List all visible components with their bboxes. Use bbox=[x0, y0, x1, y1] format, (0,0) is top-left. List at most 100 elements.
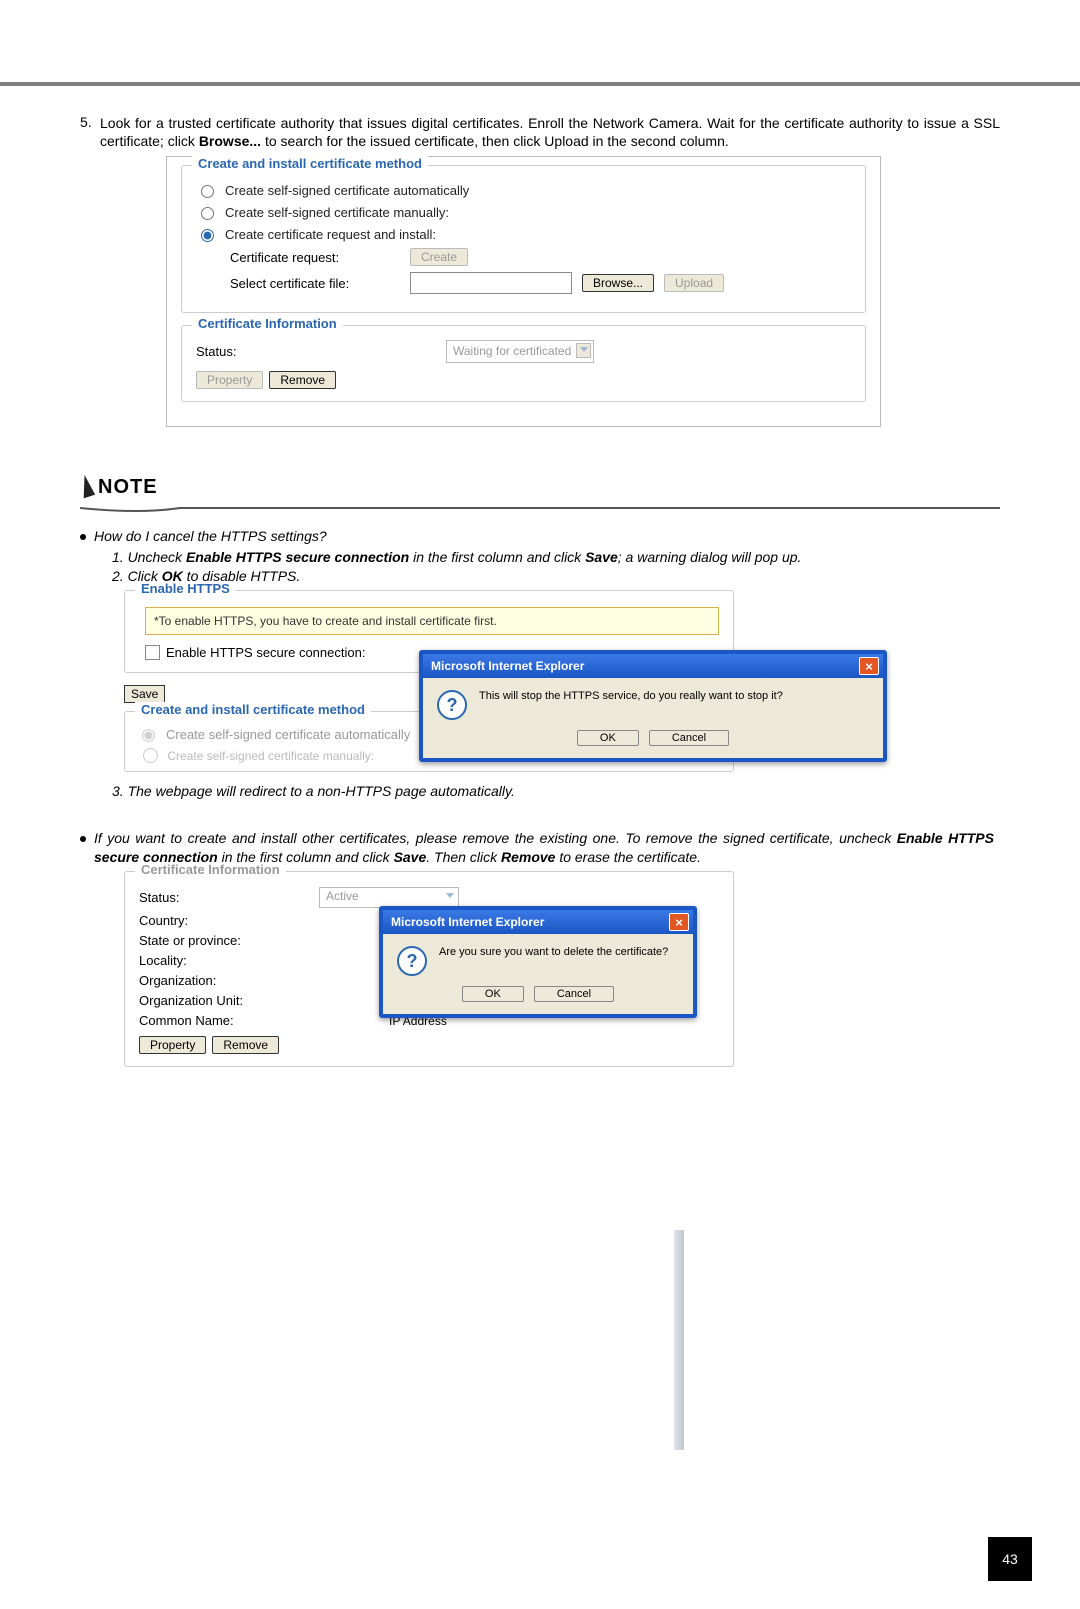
page-number: 43 bbox=[988, 1537, 1032, 1581]
q1-step2: 2. Click OK to disable HTTPS. bbox=[112, 567, 994, 586]
file-path-input[interactable] bbox=[410, 272, 572, 294]
status-label2: Status: bbox=[139, 890, 319, 905]
dialog-titlebar[interactable]: Microsoft Internet Explorer × bbox=[423, 654, 883, 678]
radio-auto2-input bbox=[142, 729, 155, 742]
country-label: Country: bbox=[139, 913, 319, 928]
cancel-button[interactable]: Cancel bbox=[649, 730, 729, 746]
enable-https-figure: Enable HTTPS *To enable HTTPS, you have … bbox=[124, 590, 884, 772]
radio-request-input[interactable] bbox=[201, 229, 214, 242]
radio-auto2-label: Create self-signed certificate automatic… bbox=[166, 727, 410, 742]
radio-manual[interactable]: Create self-signed certificate manually: bbox=[196, 204, 851, 220]
close-icon[interactable]: × bbox=[669, 913, 689, 931]
status-row2: Status: Active bbox=[139, 887, 719, 908]
upload-button[interactable]: Upload bbox=[664, 274, 724, 292]
orgunit-label: Organization Unit: bbox=[139, 993, 319, 1008]
radio-request-label: Create certificate request and install: bbox=[225, 227, 436, 242]
q1-text: How do I cancel the HTTPS settings? bbox=[94, 527, 327, 546]
dialog2-titlebar[interactable]: Microsoft Internet Explorer × bbox=[383, 910, 693, 934]
chevron-down-icon bbox=[580, 347, 588, 352]
status-select[interactable]: Waiting for certificated bbox=[446, 340, 594, 363]
browse-button[interactable]: Browse... bbox=[582, 274, 654, 292]
create-method-legend: Create and install certificate method bbox=[192, 156, 428, 171]
radio-request[interactable]: Create certificate request and install: bbox=[196, 226, 851, 242]
status-value: Waiting for certificated bbox=[453, 344, 571, 358]
remove-button[interactable]: Remove bbox=[269, 371, 336, 389]
cert-request-label: Certificate request: bbox=[230, 250, 400, 265]
q1s1-b1: Enable HTTPS secure connection bbox=[186, 549, 409, 565]
radio-cut-label: Create self-signed certificate manually: bbox=[167, 749, 374, 763]
remove-button2[interactable]: Remove bbox=[212, 1036, 279, 1054]
note-underline bbox=[80, 501, 1000, 517]
note-header: NOTE bbox=[80, 475, 1000, 499]
dialog2-title: Microsoft Internet Explorer bbox=[391, 915, 544, 929]
status-select2[interactable]: Active bbox=[319, 887, 459, 908]
q2-b3: Remove bbox=[501, 849, 555, 865]
create-method-legend2: Create and install certificate method bbox=[135, 702, 371, 717]
confirm-stop-dialog: Microsoft Internet Explorer × ? This wil… bbox=[419, 650, 887, 762]
cert-info-legend2: Certificate Information bbox=[135, 862, 286, 877]
cert-btn-row2: Property Remove bbox=[139, 1036, 719, 1054]
q1s1-mid: in the first column and click bbox=[409, 549, 585, 565]
bullet-icon bbox=[80, 836, 86, 842]
chevron-down-icon bbox=[446, 893, 454, 898]
q1-step1: 1. Uncheck Enable HTTPS secure connectio… bbox=[112, 548, 994, 567]
bullet-icon bbox=[80, 534, 86, 540]
step5-text: Look for a trusted certificate authority… bbox=[100, 114, 1000, 150]
radio-auto-input[interactable] bbox=[201, 185, 214, 198]
bullet-q1: How do I cancel the HTTPS settings? bbox=[80, 527, 994, 546]
enable-checkbox-label: Enable HTTPS secure connection: bbox=[166, 645, 365, 660]
cert-info-legend: Certificate Information bbox=[192, 316, 343, 331]
question-icon: ? bbox=[437, 690, 467, 720]
locality-label: Locality: bbox=[139, 953, 319, 968]
step5-row: 5. Look for a trusted certificate author… bbox=[80, 114, 1000, 150]
radio-manual-input[interactable] bbox=[201, 207, 214, 220]
cancel-button2[interactable]: Cancel bbox=[534, 986, 614, 1002]
cert-btn-row: Property Remove bbox=[196, 371, 851, 389]
status-label: Status: bbox=[196, 344, 426, 359]
radio-manual-label: Create self-signed certificate manually: bbox=[225, 205, 449, 220]
step5-suffix: to search for the issued certificate, th… bbox=[261, 133, 729, 149]
step5-browse-bold: Browse... bbox=[199, 133, 261, 149]
pen-icon bbox=[77, 474, 95, 499]
select-file-label: Select certificate file: bbox=[230, 276, 400, 291]
create-method-fieldset: Create and install certificate method Cr… bbox=[181, 165, 866, 313]
radio-auto[interactable]: Create self-signed certificate automatic… bbox=[196, 182, 851, 198]
q1s1-pre: 1. Uncheck bbox=[112, 549, 186, 565]
status-value2: Active bbox=[326, 889, 359, 903]
checkbox-icon[interactable] bbox=[145, 645, 160, 660]
step5-number: 5. bbox=[80, 114, 100, 150]
enable-https-legend: Enable HTTPS bbox=[135, 581, 236, 596]
close-icon[interactable]: × bbox=[859, 657, 879, 675]
state-label: State or province: bbox=[139, 933, 319, 948]
ok-button[interactable]: OK bbox=[577, 730, 639, 746]
question-icon: ? bbox=[397, 946, 427, 976]
radio-cut-icon bbox=[143, 748, 158, 763]
dialog2-body: ? Are you sure you want to delete the ce… bbox=[383, 934, 693, 986]
save-button[interactable]: Save bbox=[124, 685, 165, 703]
q2-pre: If you want to create and install other … bbox=[94, 830, 897, 846]
create-button[interactable]: Create bbox=[410, 248, 468, 266]
ok-button2[interactable]: OK bbox=[462, 986, 524, 1002]
q2-m2: . Then click bbox=[426, 849, 501, 865]
org-label: Organization: bbox=[139, 973, 319, 988]
common-label: Common Name: bbox=[139, 1013, 319, 1028]
q2-suf: to erase the certificate. bbox=[555, 849, 701, 865]
cert-info-figure: Certificate Information Status: Active C… bbox=[124, 871, 734, 1067]
property-button[interactable]: Property bbox=[196, 371, 263, 389]
status-row: Status: Waiting for certificated bbox=[196, 340, 851, 363]
dialog2-buttons: OK Cancel bbox=[383, 986, 693, 1014]
https-hint: *To enable HTTPS, you have to create and… bbox=[145, 607, 719, 635]
confirm-delete-dialog: Microsoft Internet Explorer × ? Are you … bbox=[379, 906, 697, 1018]
property-button2[interactable]: Property bbox=[139, 1036, 206, 1054]
radio-auto-label: Create self-signed certificate automatic… bbox=[225, 183, 469, 198]
q1-step3: 3. The webpage will redirect to a non-HT… bbox=[112, 782, 994, 801]
dialog-buttons: OK Cancel bbox=[423, 730, 883, 758]
cert-method-panel: Create and install certificate method Cr… bbox=[166, 156, 881, 427]
select-file-row: Select certificate file: Browse... Uploa… bbox=[230, 272, 851, 294]
dialog-body: ? This will stop the HTTPS service, do y… bbox=[423, 678, 883, 730]
q2-b2: Save bbox=[394, 849, 427, 865]
note-label: NOTE bbox=[98, 476, 158, 499]
q1s1-b2: Save bbox=[585, 549, 618, 565]
cert-request-row: Certificate request: Create bbox=[230, 248, 851, 266]
dialog-msg: This will stop the HTTPS service, do you… bbox=[479, 690, 783, 702]
